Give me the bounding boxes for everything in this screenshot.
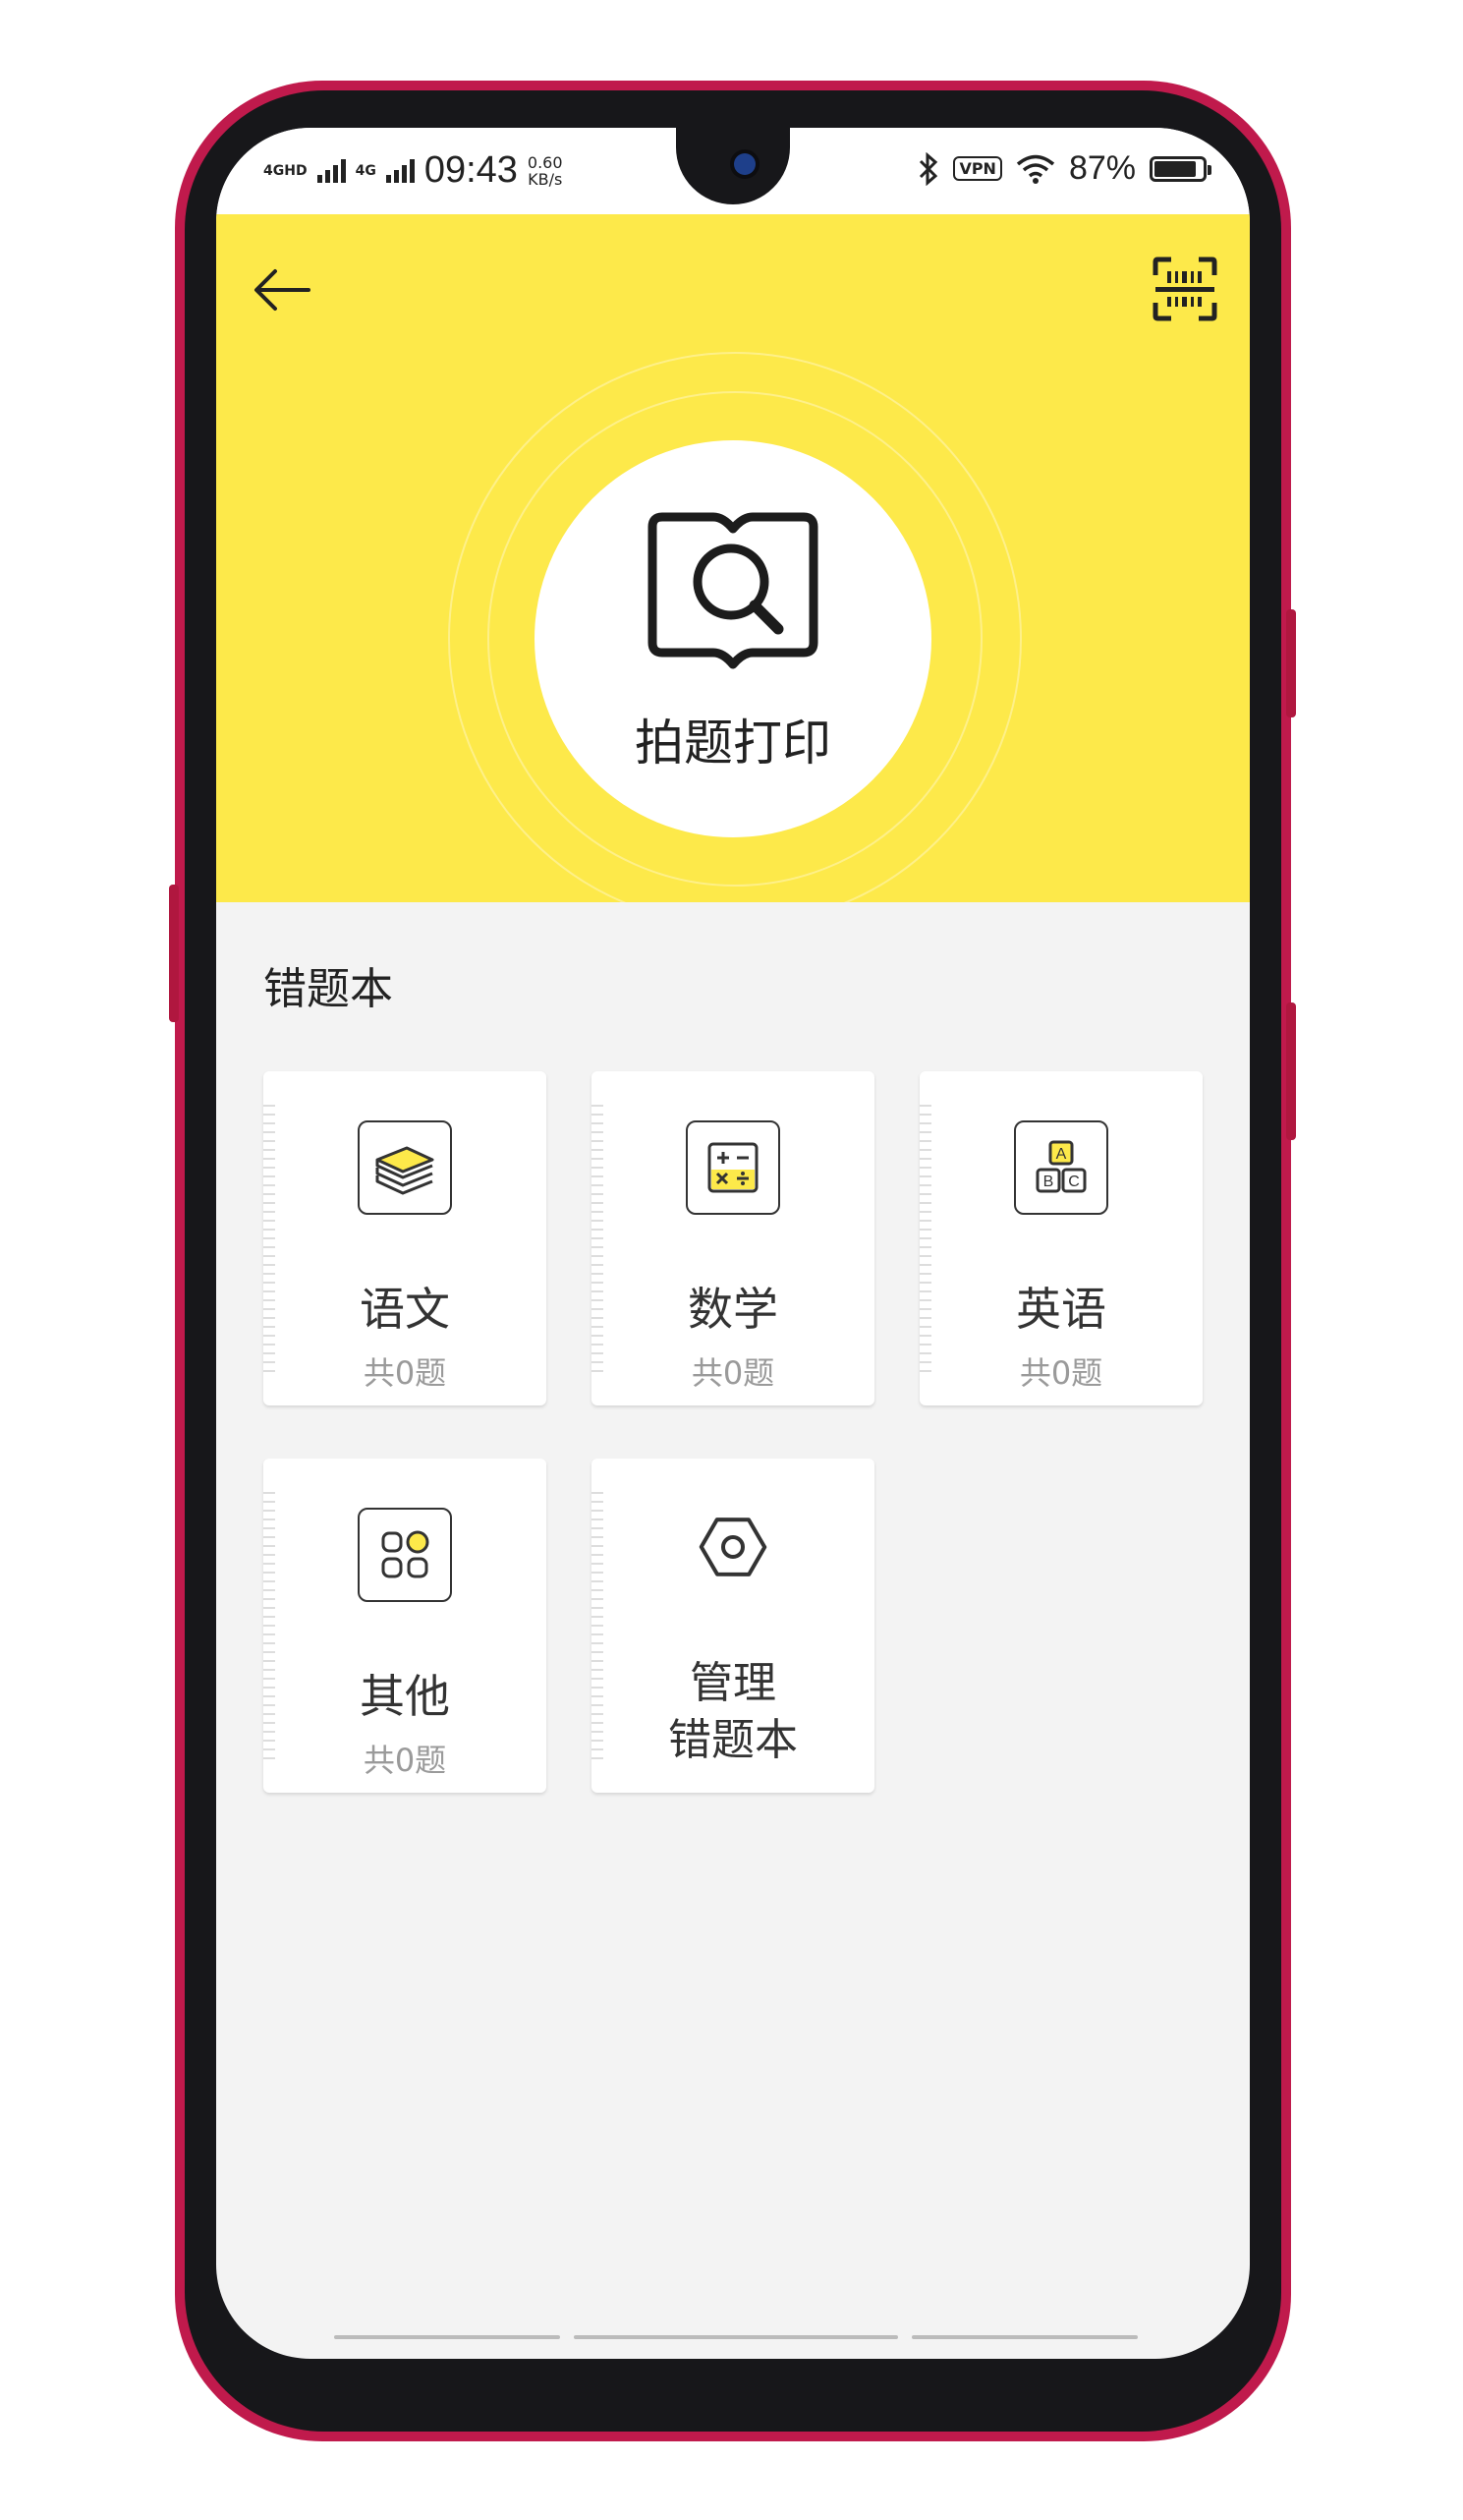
wifi-icon (1016, 154, 1055, 184)
svg-text:A: A (1056, 1146, 1067, 1163)
speed-value: 0.60 (527, 152, 563, 172)
scan-icon[interactable] (1150, 254, 1220, 324)
subject-card-chinese[interactable]: 语文 共0题 (263, 1071, 546, 1405)
signal-bars-icon (316, 158, 346, 183)
volume-button (169, 885, 179, 1022)
battery-fill (1154, 160, 1196, 177)
battery-percent: 87% (1068, 149, 1136, 187)
notch (676, 128, 790, 204)
subject-count: 共0题 (1019, 1354, 1103, 1392)
subject-count: 共0题 (363, 1742, 447, 1779)
speed-unit: KB/s (528, 169, 563, 189)
back-arrow-icon[interactable] (246, 254, 318, 326)
front-camera (734, 153, 756, 175)
signal-label-2: 4G (355, 162, 376, 179)
book-search-icon (647, 512, 818, 669)
clock: 09:43 (423, 149, 518, 191)
subject-card-math[interactable]: 数学 共0题 (591, 1071, 874, 1405)
hero-banner: 拍题打印 (216, 214, 1250, 902)
screen: 4GHD 4G 09:43 0.60 KB/s VPN 87% 拍题打印 错题本… (216, 128, 1250, 2359)
subject-card-english[interactable]: A B C 英语 共0题 (920, 1071, 1203, 1405)
power-button (1286, 609, 1296, 717)
manage-label: 管理 错题本 (591, 1655, 874, 1769)
subject-label: 语文 (360, 1283, 450, 1336)
abc-blocks-icon: A B C (1014, 1120, 1108, 1215)
svg-text:C: C (1068, 1174, 1080, 1190)
signal-label-1: 4GHD (263, 162, 308, 179)
subject-label: 英语 (1016, 1283, 1106, 1336)
subject-count: 共0题 (691, 1354, 775, 1392)
photo-print-button[interactable]: 拍题打印 (535, 440, 931, 837)
grid-apps-icon (358, 1508, 452, 1602)
subject-count: 共0题 (363, 1354, 447, 1392)
side-button (1286, 1002, 1296, 1140)
section-title: 错题本 (263, 964, 393, 1014)
status-bar: 4GHD 4G 09:43 0.60 KB/s VPN 87% (216, 128, 1250, 214)
subject-card-other[interactable]: 其他 共0题 (263, 1459, 546, 1793)
vpn-badge: VPN (953, 156, 1002, 181)
subject-label: 其他 (360, 1670, 450, 1723)
hex-nut-icon (699, 1518, 767, 1576)
battery-icon (1150, 155, 1211, 182)
nav-gesture-bar (574, 2335, 898, 2339)
network-speed: 0.60 KB/s (528, 154, 563, 188)
signal-bars-icon (385, 158, 415, 183)
bluetooth-icon (920, 151, 938, 186)
manage-label-line2: 错题本 (668, 1715, 798, 1765)
photo-print-label: 拍题打印 (635, 715, 831, 772)
books-icon (358, 1120, 452, 1215)
subject-label: 数学 (688, 1283, 778, 1336)
svg-text:B: B (1043, 1174, 1054, 1190)
manage-wrong-book-card[interactable]: 管理 错题本 (591, 1459, 874, 1793)
nav-gesture-bar (912, 2335, 1138, 2339)
calculator-icon (686, 1120, 780, 1215)
nav-gesture-bar (334, 2335, 560, 2339)
manage-label-line1: 管理 (690, 1658, 776, 1708)
